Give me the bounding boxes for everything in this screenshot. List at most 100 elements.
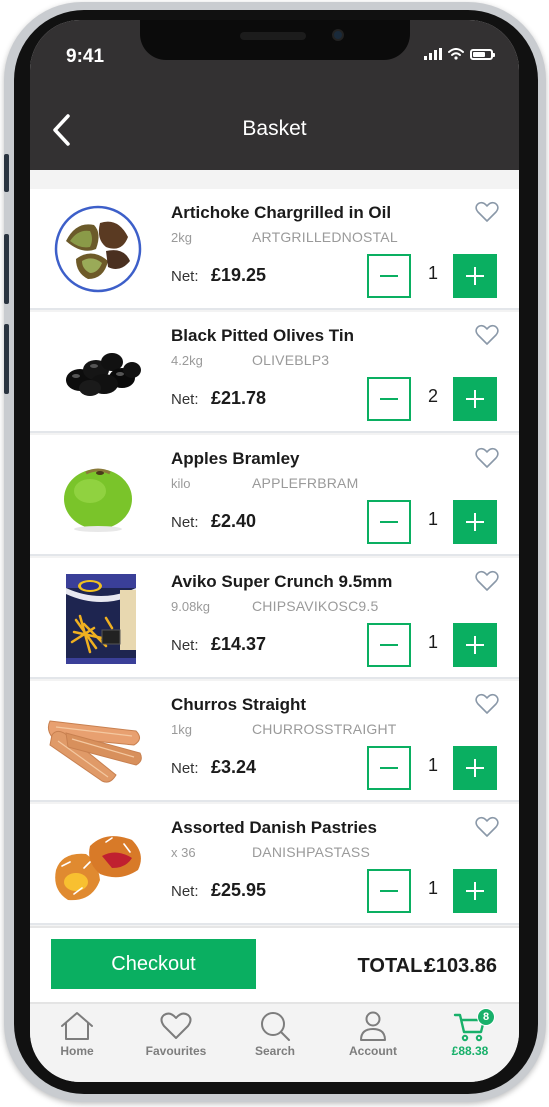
home-icon — [61, 1012, 93, 1040]
chips-bag-image — [66, 574, 136, 664]
speaker — [240, 32, 306, 40]
tab-label: Search — [254, 1044, 296, 1058]
item-name[interactable]: Aviko Super Crunch 9.5mm — [171, 572, 392, 592]
decrease-quantity-button[interactable] — [367, 254, 411, 298]
heart-icon — [160, 1012, 192, 1039]
basket-item: Assorted Danish Pastries x 36 DANISHPAST… — [30, 804, 519, 925]
net-label: Net: — [171, 514, 199, 531]
checkout-bar: Checkout TOTAL: £103.86 — [30, 926, 519, 1002]
item-price: £14.37 — [211, 634, 267, 654]
decrease-quantity-button[interactable] — [367, 377, 411, 421]
item-code: ARTGRILLEDNOSTAL — [252, 229, 398, 245]
camera — [332, 29, 344, 41]
decrease-quantity-button[interactable] — [367, 500, 411, 544]
basket-item: Artichoke Chargrilled in Oil 2kg ARTGRIL… — [30, 189, 519, 310]
item-code: APPLEFRBRAM — [252, 475, 359, 491]
checkout-button[interactable]: Checkout — [51, 939, 256, 989]
increase-quantity-button[interactable] — [453, 869, 497, 913]
item-size: 1kg — [171, 722, 192, 737]
volume-down-button — [4, 324, 9, 394]
favourite-heart-icon[interactable] — [475, 201, 499, 223]
item-price: £2.40 — [211, 511, 257, 531]
net-label: Net: — [171, 391, 199, 408]
net-label: Net: — [171, 637, 199, 654]
decrease-quantity-button[interactable] — [367, 746, 411, 790]
item-price: £25.95 — [211, 880, 267, 900]
item-name[interactable]: Black Pitted Olives Tin — [171, 326, 354, 346]
increase-quantity-button[interactable] — [453, 746, 497, 790]
total-label: TOTAL: — [357, 955, 429, 977]
basket-item: Apples Bramley kilo APPLEFRBRAM Net: £2.… — [30, 435, 519, 556]
battery-icon — [470, 49, 495, 60]
page-title: Basket — [242, 117, 307, 140]
decrease-quantity-button[interactable] — [367, 623, 411, 667]
item-code: DANISHPASTASS — [252, 844, 370, 860]
tab-basket[interactable]: 8 £88.38 — [425, 1008, 515, 1058]
increase-quantity-button[interactable] — [453, 623, 497, 667]
tab-label: Account — [349, 1044, 397, 1058]
quantity-value: 1 — [427, 755, 438, 775]
item-name[interactable]: Apples Bramley — [171, 449, 300, 469]
quantity-value: 1 — [427, 878, 438, 898]
item-code: CHIPSAVIKOSC9.5 — [252, 598, 379, 614]
item-size: x 36 — [171, 845, 196, 860]
increase-quantity-button[interactable] — [453, 500, 497, 544]
favourite-heart-icon[interactable] — [475, 324, 499, 346]
quantity-value: 2 — [427, 386, 438, 406]
favourite-heart-icon[interactable] — [475, 693, 499, 715]
item-size: kilo — [171, 476, 191, 491]
item-size: 9.08kg — [171, 599, 211, 614]
cart-count-badge: 8 — [477, 1008, 495, 1026]
item-name[interactable]: Assorted Danish Pastries — [171, 818, 377, 838]
increase-quantity-button[interactable] — [453, 377, 497, 421]
signal-icon — [424, 48, 442, 60]
notch — [140, 20, 410, 60]
tab-label: Home — [60, 1044, 94, 1058]
item-price: £19.25 — [211, 265, 267, 285]
artichoke-image — [54, 205, 142, 293]
item-code: OLIVEBLP3 — [252, 352, 330, 368]
churros-image — [47, 720, 142, 783]
item-size: 2kg — [171, 230, 192, 245]
screen: 9:41 Basket Artichoke Chargrilled in Oil… — [30, 20, 519, 1082]
status-time: 9:41 — [66, 46, 105, 67]
basket-list: Artichoke Chargrilled in Oil 2kg ARTGRIL… — [30, 170, 519, 926]
tab-home[interactable]: Home — [32, 1010, 122, 1058]
item-price: £3.24 — [211, 757, 257, 777]
net-label: Net: — [171, 883, 199, 900]
quantity-value: 1 — [427, 263, 438, 283]
tab-account[interactable]: Account — [328, 1010, 418, 1058]
volume-up-button — [4, 234, 9, 304]
wifi-icon — [448, 48, 464, 60]
favourite-heart-icon[interactable] — [475, 447, 499, 469]
tab-bar: Home Favourites Search Account 8 £88.38 — [30, 1002, 519, 1082]
item-name[interactable]: Artichoke Chargrilled in Oil — [171, 203, 391, 223]
item-code: CHURROSSTRAIGHT — [252, 721, 397, 737]
item-name[interactable]: Churros Straight — [171, 695, 306, 715]
quantity-value: 1 — [427, 632, 438, 652]
favourite-heart-icon[interactable] — [475, 570, 499, 592]
tab-search[interactable]: Search — [230, 1010, 320, 1058]
status-icons — [424, 48, 495, 60]
net-label: Net: — [171, 268, 199, 285]
apple-image — [64, 468, 132, 532]
net-label: Net: — [171, 760, 199, 777]
tab-favourites[interactable]: Favourites — [131, 1010, 221, 1058]
header: 9:41 Basket — [30, 20, 519, 170]
mute-switch — [4, 154, 9, 192]
increase-quantity-button[interactable] — [453, 254, 497, 298]
item-size: 4.2kg — [171, 353, 203, 368]
quantity-value: 1 — [427, 509, 438, 529]
basket-item: Black Pitted Olives Tin 4.2kg OLIVEBLP3 … — [30, 312, 519, 433]
olives-image — [66, 353, 141, 396]
favourite-heart-icon[interactable] — [475, 816, 499, 838]
search-icon — [261, 1012, 290, 1041]
basket-item: Aviko Super Crunch 9.5mm 9.08kg CHIPSAVI… — [30, 558, 519, 679]
danish-pastry-image — [55, 836, 141, 901]
decrease-quantity-button[interactable] — [367, 869, 411, 913]
item-price: £21.78 — [211, 388, 267, 408]
tab-label: Favourites — [145, 1044, 207, 1058]
cart-total-label: £88.38 — [451, 1044, 489, 1058]
total-value: £103.86 — [424, 955, 497, 977]
basket-item: Churros Straight 1kg CHURROSSTRAIGHT Net… — [30, 681, 519, 802]
